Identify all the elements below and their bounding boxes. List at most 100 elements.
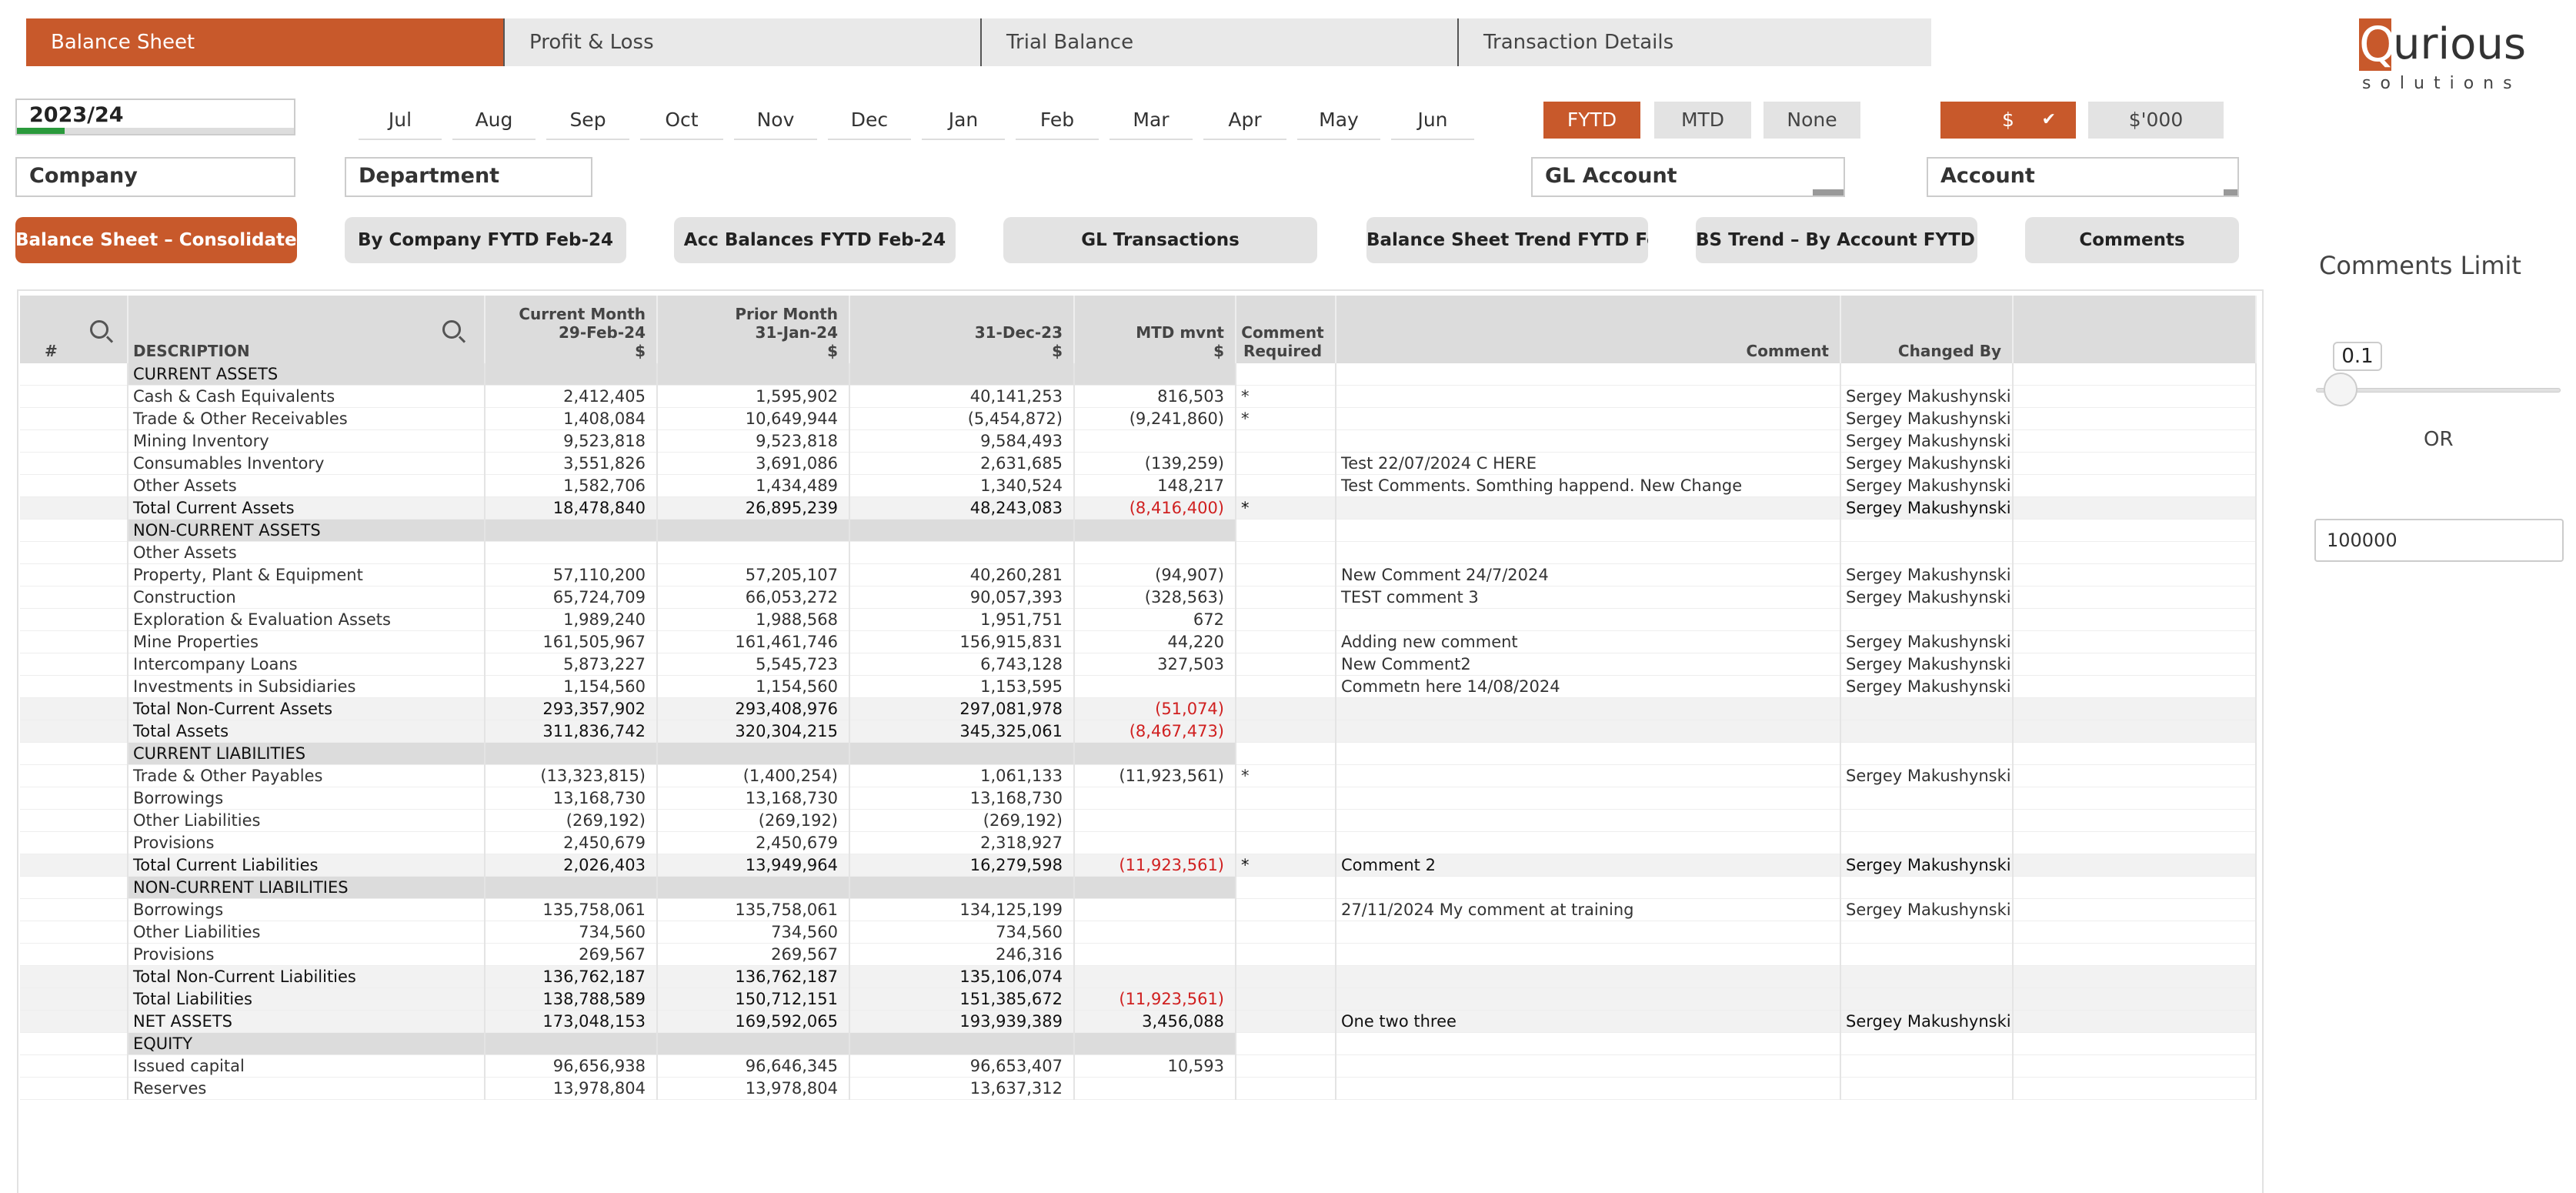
sheet-button-6[interactable]: BS Trend – By Account FYTD F... — [1696, 217, 1977, 263]
table-row[interactable]: NON-CURRENT ASSETS — [20, 519, 2257, 542]
month-nov[interactable]: Nov — [734, 102, 817, 140]
table-row[interactable]: Other Liabilities (269,192) (269,192) (269,… — [20, 809, 2257, 832]
table-row[interactable]: Total Current Liabilities 2,026,403 13,949… — [20, 854, 2257, 877]
comment-required-cell: * — [1236, 407, 1336, 430]
sheet-button-5[interactable]: Balance Sheet Trend FYTD Feb-24 — [1366, 217, 1648, 263]
unit-thousands-button[interactable]: $'000 — [2088, 102, 2224, 139]
table-row[interactable]: Intercompany Loans 5,873,227 5,545,723 6,74… — [20, 653, 2257, 676]
comment-required-cell — [1236, 1010, 1336, 1033]
month-jul[interactable]: Jul — [359, 102, 442, 140]
table-row[interactable]: Total Current Assets 18,478,840 26,895,239… — [20, 496, 2257, 520]
table-row[interactable]: Other Assets — [20, 541, 2257, 564]
empty-cell — [657, 742, 850, 765]
table-row[interactable]: Reserves 13,978,804 13,978,804 13,637,312 — [20, 1077, 2257, 1100]
period-none-button[interactable]: None — [1763, 102, 1860, 139]
period-mtd-button[interactable]: MTD — [1654, 102, 1751, 139]
table-row[interactable]: Total Non-Current Assets 293,357,902 293,4… — [20, 697, 2257, 720]
table-row[interactable]: Other Assets 1,582,706 1,434,489 1,340,524 1… — [20, 474, 2257, 497]
table-row[interactable]: Other Liabilities 734,560 734,560 734,560 — [20, 921, 2257, 944]
table-row[interactable]: EQUITY — [20, 1032, 2257, 1055]
table-row[interactable]: Mine Properties 161,505,967 161,461,746 156… — [20, 630, 2257, 653]
table-row[interactable]: Construction 65,724,709 66,053,272 90,057,3… — [20, 586, 2257, 609]
sheet-button-3[interactable]: Acc Balances FYTD Feb-24 — [674, 217, 956, 263]
company-filter[interactable]: Company — [15, 157, 295, 197]
table-row[interactable]: Exploration & Evaluation Assets 1,989,240… — [20, 608, 2257, 631]
comment-required-header[interactable]: Comment Required — [1236, 296, 1336, 363]
tab-balance-sheet[interactable]: Balance Sheet — [26, 18, 503, 66]
prior-year-cell: 151,385,672 — [849, 987, 1075, 1011]
table-row[interactable]: Total Liabilities 138,788,589 150,712,151 1… — [20, 987, 2257, 1011]
table-row[interactable]: Trade & Other Payables (13,323,815) (1,400… — [20, 764, 2257, 787]
table-row[interactable]: Investments in Subsidiaries 1,154,560 1,15… — [20, 675, 2257, 698]
table-row[interactable]: NON-CURRENT LIABILITIES — [20, 876, 2257, 899]
month-jun[interactable]: Jun — [1391, 102, 1474, 140]
table-row[interactable]: Mining Inventory 9,523,818 9,523,818 9,584,… — [20, 429, 2257, 453]
sheet-button-4[interactable]: GL Transactions — [1003, 217, 1317, 263]
month-jan[interactable]: Jan — [922, 102, 1005, 140]
scrollbar[interactable] — [2224, 189, 2237, 195]
prior-year-cell: 193,939,389 — [849, 1010, 1075, 1033]
table-row[interactable]: NET ASSETS 173,048,153 169,592,065 193,939,… — [20, 1010, 2257, 1033]
prior-year-cell: 1,061,133 — [849, 764, 1075, 787]
table-row[interactable]: Total Assets 311,836,742 320,304,215 345,32… — [20, 720, 2257, 743]
table-row[interactable]: Provisions 269,567 269,567 246,316 — [20, 943, 2257, 966]
empty-cell — [2013, 653, 2257, 676]
tab-profit-loss[interactable]: Profit & Loss — [503, 18, 980, 66]
search-icon[interactable] — [442, 320, 461, 339]
comment-cell — [1336, 720, 1841, 743]
tab-trial-balance[interactable]: Trial Balance — [980, 18, 1457, 66]
slider-handle[interactable] — [2323, 373, 2357, 406]
fiscal-year-selector[interactable]: 2023/24 — [15, 99, 295, 135]
month-sep[interactable]: Sep — [546, 102, 629, 140]
empty-cell — [2013, 407, 2257, 430]
unit-dollars-button[interactable]: $ ✔ — [1940, 102, 2076, 139]
comment-header[interactable]: Comment — [1336, 296, 1841, 363]
balance-sheet-table: # DESCRIPTION Current Month 29-Feb-24 $ … — [20, 296, 2257, 1100]
current-month-header[interactable]: Current Month 29-Feb-24 $ — [485, 296, 658, 363]
month-oct[interactable]: Oct — [640, 102, 723, 140]
scrollbar[interactable] — [1813, 189, 1844, 195]
sheet-button-7[interactable]: Comments — [2025, 217, 2239, 263]
tab-transaction-details[interactable]: Transaction Details — [1457, 18, 1931, 66]
table-row[interactable]: Issued capital 96,656,938 96,646,345 96,653… — [20, 1054, 2257, 1078]
month-may[interactable]: May — [1297, 102, 1380, 140]
search-icon[interactable] — [90, 320, 108, 339]
table-row[interactable]: Borrowings 135,758,061 135,758,061 134,125,… — [20, 898, 2257, 921]
month-mar[interactable]: Mar — [1109, 102, 1193, 140]
table-row[interactable]: Consumables Inventory 3,551,826 3,691,086 2… — [20, 452, 2257, 475]
comment-required-cell — [1236, 965, 1336, 988]
table-row[interactable]: Cash & Cash Equivalents 2,412,405 1,595,90… — [20, 385, 2257, 408]
comment-required-cell — [1236, 608, 1336, 631]
sheet-button-2[interactable]: By Company FYTD Feb-24 — [345, 217, 626, 263]
empty-cell — [2013, 764, 2257, 787]
table-row[interactable]: Property, Plant & Equipment 57,110,200 57,… — [20, 563, 2257, 586]
comment-cell: Adding new comment — [1336, 630, 1841, 653]
description-header[interactable]: DESCRIPTION — [128, 296, 486, 363]
row-number-header[interactable]: # — [20, 296, 128, 363]
table-row[interactable]: Borrowings 13,168,730 13,168,730 13,168,730 — [20, 787, 2257, 810]
row-number-cell — [20, 965, 128, 988]
prior-year-header[interactable]: 31-Dec-23 $ — [849, 296, 1075, 363]
current-month-cell: 13,168,730 — [485, 787, 658, 810]
table-row[interactable]: CURRENT ASSETS — [20, 363, 2257, 386]
gl-account-filter[interactable]: GL Account — [1531, 157, 1845, 197]
table-row[interactable]: Total Non-Current Liabilities 136,762,187… — [20, 965, 2257, 988]
prior-month-header[interactable]: Prior Month 31-Jan-24 $ — [657, 296, 850, 363]
prior-month-cell: 13,168,730 — [657, 787, 850, 810]
comments-limit-amount-input[interactable]: 100000 — [2314, 519, 2564, 562]
month-feb[interactable]: Feb — [1016, 102, 1099, 140]
prior-month-cell: 96,646,345 — [657, 1054, 850, 1078]
mtd-movement-header[interactable]: MTD mvnt $ — [1074, 296, 1236, 363]
month-dec[interactable]: Dec — [828, 102, 911, 140]
account-filter[interactable]: Account — [1927, 157, 2239, 197]
changed-by-header[interactable]: Changed By — [1840, 296, 2014, 363]
month-apr[interactable]: Apr — [1203, 102, 1286, 140]
month-aug[interactable]: Aug — [452, 102, 536, 140]
department-filter[interactable]: Department — [345, 157, 592, 197]
period-fytd-button[interactable]: FYTD — [1543, 102, 1640, 139]
table-row[interactable]: CURRENT LIABILITIES — [20, 742, 2257, 765]
sheet-button-1[interactable]: Balance Sheet – Consolidated — [15, 217, 297, 263]
table-row[interactable]: Provisions 2,450,679 2,450,679 2,318,927 — [20, 831, 2257, 854]
row-number-cell — [20, 630, 128, 653]
table-row[interactable]: Trade & Other Receivables 1,408,084 10,649… — [20, 407, 2257, 430]
